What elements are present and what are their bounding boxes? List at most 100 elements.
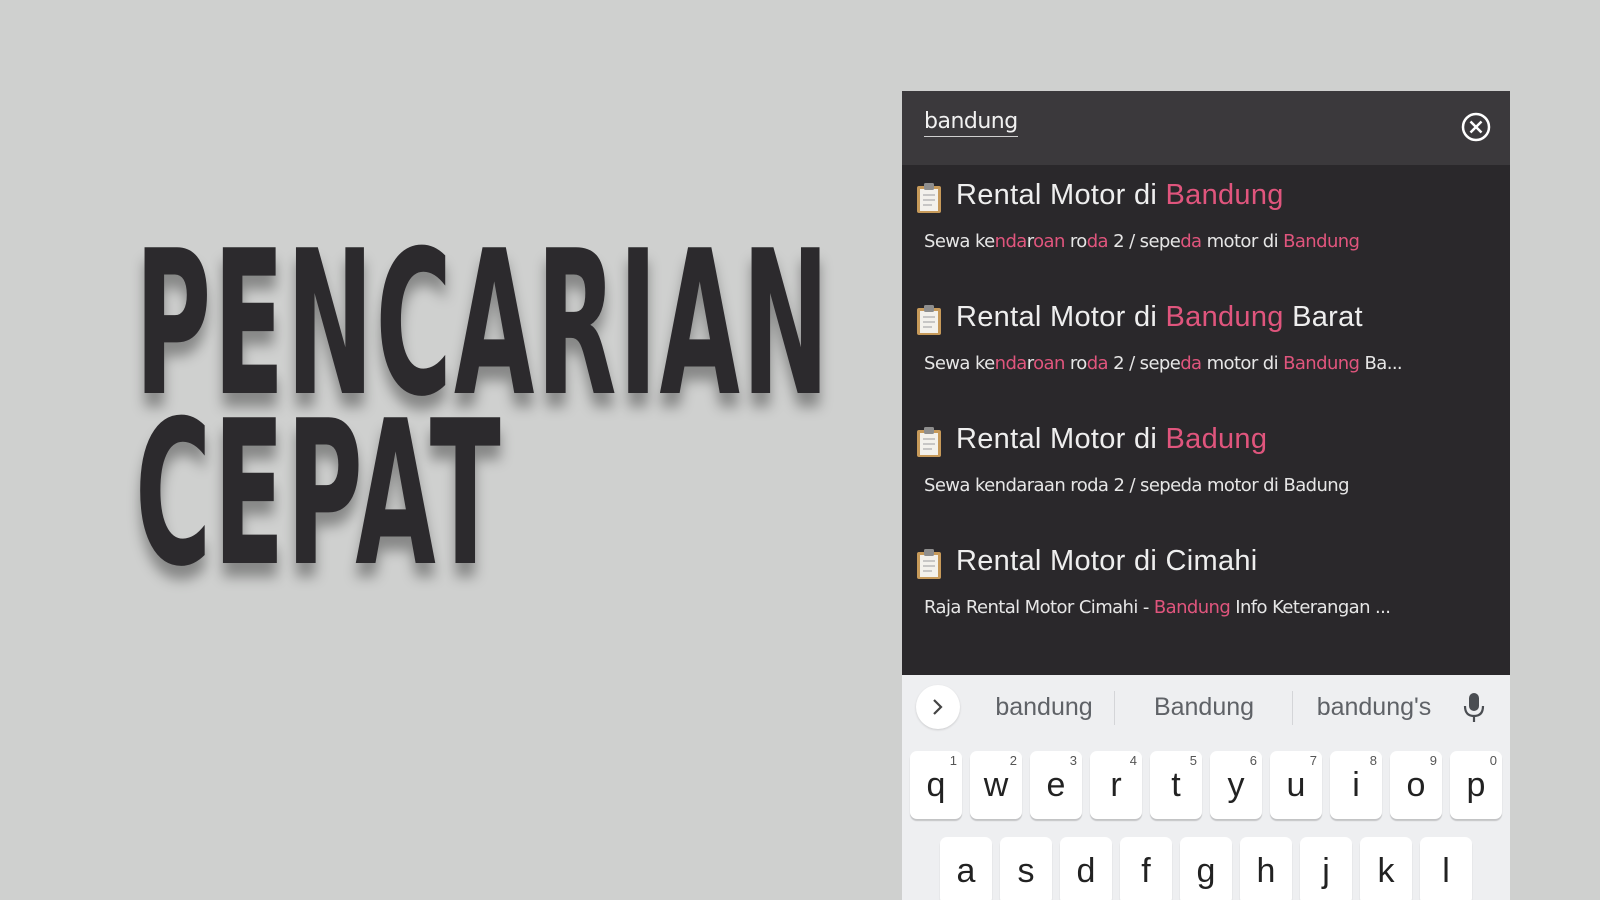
search-results: Rental Motor di Bandung Sewa kendaroan ro…	[902, 165, 1510, 675]
key-label: u	[1286, 765, 1306, 804]
highlighted-text: da	[1180, 231, 1202, 252]
key-hint-number: 9	[1429, 753, 1437, 768]
key-d[interactable]: d	[1060, 837, 1112, 900]
highlighted-text: da	[1086, 231, 1109, 252]
description-text: motor di	[1201, 353, 1284, 374]
key-f[interactable]: f	[1120, 837, 1172, 900]
key-k[interactable]: k	[1360, 837, 1412, 900]
suggestion-2[interactable]: Bandung	[1124, 693, 1284, 722]
key-u[interactable]: u7	[1270, 751, 1322, 819]
key-j[interactable]: j	[1300, 837, 1352, 900]
chevron-right-icon[interactable]	[916, 685, 960, 729]
key-hint-number: 1	[949, 753, 957, 768]
search-result-item[interactable]: Rental Motor di Badung Sewa kendaraan rod…	[902, 409, 1510, 531]
highlighted-text: nda	[994, 353, 1028, 374]
description-text: 2 / sepe	[1108, 231, 1181, 252]
search-bar: bandung	[902, 91, 1510, 165]
suggestion-divider	[1292, 691, 1293, 725]
highlighted-text: nda	[994, 231, 1028, 252]
key-hint-number: 7	[1309, 753, 1317, 768]
key-label: f	[1141, 851, 1151, 890]
suggestion-divider	[1114, 691, 1115, 725]
highlighted-text: da	[1086, 353, 1109, 374]
description-text: Sewa ke	[924, 231, 995, 252]
microphone-icon[interactable]	[1462, 691, 1486, 725]
key-label: k	[1377, 851, 1395, 890]
key-p[interactable]: p0	[1450, 751, 1502, 819]
clipboard-icon	[916, 426, 942, 458]
description-text: ro	[1064, 231, 1087, 252]
search-result-item[interactable]: Rental Motor di Bandung Sewa kendaroan ro…	[902, 165, 1510, 287]
result-title: Rental Motor di Bandung	[956, 179, 1284, 212]
highlighted-text: Bandung	[1165, 179, 1284, 211]
description-text: Sewa ke	[924, 353, 995, 374]
search-input[interactable]: bandung	[924, 109, 1018, 137]
key-i[interactable]: i8	[1330, 751, 1382, 819]
highlighted-text: Bandung	[1283, 231, 1360, 252]
title-text: Rental Motor di	[956, 179, 1166, 211]
result-description: Sewa kendaroan roda 2 / sepeda motor di …	[924, 353, 1494, 374]
key-hint-number: 4	[1129, 753, 1137, 768]
key-r[interactable]: r4	[1090, 751, 1142, 819]
key-hint-number: 5	[1189, 753, 1197, 768]
key-label: i	[1352, 765, 1360, 804]
clear-circle-icon[interactable]	[1460, 111, 1492, 143]
key-s[interactable]: s	[1000, 837, 1052, 900]
highlighted-text: oan	[1033, 231, 1065, 252]
key-g[interactable]: g	[1180, 837, 1232, 900]
headline: PENCARIAN CEPAT	[135, 225, 831, 595]
suggestion-1[interactable]: bandung	[964, 693, 1124, 722]
clipboard-icon	[916, 304, 942, 336]
description-text: Ba...	[1359, 353, 1403, 374]
key-h[interactable]: h	[1240, 837, 1292, 900]
key-label: y	[1227, 765, 1245, 804]
key-a[interactable]: a	[940, 837, 992, 900]
key-hint-number: 8	[1369, 753, 1377, 768]
result-description: Sewa kendaroan roda 2 / sepeda motor di …	[924, 231, 1494, 252]
key-t[interactable]: t5	[1150, 751, 1202, 819]
key-label: l	[1442, 851, 1450, 890]
title-text: Rental Motor di	[956, 301, 1166, 333]
highlighted-text: Bandung	[1165, 301, 1284, 333]
search-result-item[interactable]: Rental Motor di Cimahi Raja Rental Motor …	[902, 531, 1510, 653]
key-label: d	[1076, 851, 1096, 890]
key-hint-number: 6	[1249, 753, 1257, 768]
key-label: g	[1196, 851, 1216, 890]
key-q[interactable]: q1	[910, 751, 962, 819]
result-title: Rental Motor di Badung	[956, 423, 1267, 456]
key-label: a	[956, 851, 976, 890]
key-label: w	[983, 765, 1009, 804]
title-text: Barat	[1283, 301, 1363, 333]
key-o[interactable]: o9	[1390, 751, 1442, 819]
key-label: p	[1466, 765, 1486, 804]
phone-screen: bandung Rental Motor di Bandung Sewa kend…	[902, 91, 1510, 900]
clipboard-icon	[916, 182, 942, 214]
key-label: t	[1171, 765, 1181, 804]
title-text: Rental Motor di	[956, 423, 1166, 455]
key-label: s	[1017, 851, 1035, 890]
key-label: r	[1110, 765, 1122, 804]
description-text: motor di	[1201, 231, 1284, 252]
search-result-item[interactable]: Rental Motor di Bandung Barat Sewa kenda r…	[902, 287, 1510, 409]
highlighted-text: da	[1180, 353, 1202, 374]
suggestion-3[interactable]: bandung's	[1294, 693, 1454, 722]
result-title: Rental Motor di Cimahi	[956, 545, 1258, 578]
key-label: h	[1256, 851, 1276, 890]
description-text: 2 / sepe	[1108, 353, 1181, 374]
result-description: Raja Rental Motor Cimahi - Bandung Info …	[924, 597, 1494, 618]
key-l[interactable]: l	[1420, 837, 1472, 900]
key-y[interactable]: y6	[1210, 751, 1262, 819]
title-text: Rental Motor di Cimahi	[956, 545, 1258, 577]
highlighted-text: Bandung	[1153, 597, 1231, 618]
description-text: Sewa kendaraan roda 2 / sepeda motor di …	[924, 475, 1350, 496]
key-label: q	[926, 765, 946, 804]
result-title: Rental Motor di Bandung Barat	[956, 301, 1363, 334]
highlighted-text: oan	[1033, 353, 1065, 374]
key-e[interactable]: e3	[1030, 751, 1082, 819]
description-text: Info Keterangan ...	[1230, 597, 1391, 618]
clipboard-icon	[916, 548, 942, 580]
description-text: ro	[1064, 353, 1087, 374]
key-w[interactable]: w2	[970, 751, 1022, 819]
key-hint-number: 0	[1489, 753, 1497, 768]
description-text: Raja Rental Motor Cimahi -	[924, 597, 1154, 618]
